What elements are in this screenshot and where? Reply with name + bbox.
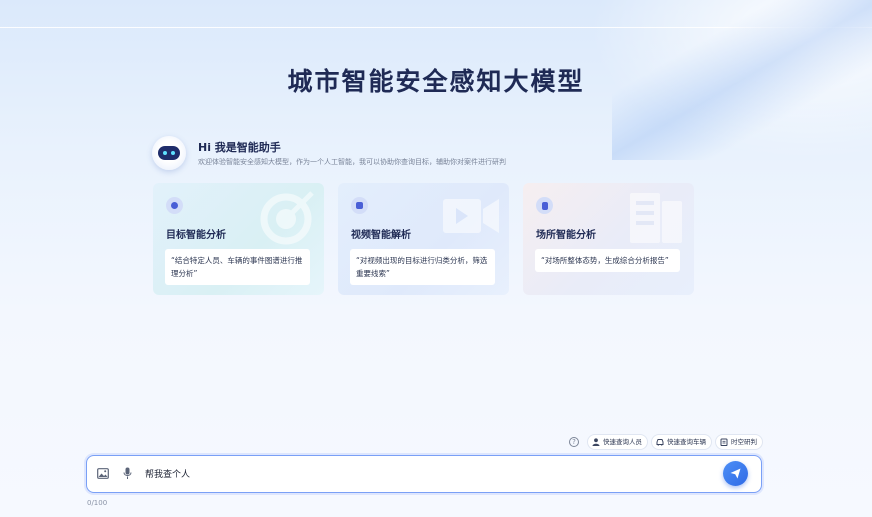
card-video-analysis[interactable]: 视频智能解析 “对视频出现的目标进行归类分析，筛选重要线索”: [338, 183, 509, 295]
microphone-icon[interactable]: [123, 467, 132, 480]
quick-query-person-button[interactable]: 快速查询人员: [587, 434, 648, 450]
quick-query-vehicle-button[interactable]: 快速查询车辆: [651, 434, 712, 450]
assistant-greeting: Hi 我是智能助手: [198, 141, 281, 154]
chat-input-box[interactable]: 帮我查个人: [86, 455, 762, 493]
person-icon: [592, 438, 600, 446]
car-icon: [656, 439, 664, 446]
target-decor-icon: [260, 191, 314, 245]
card-title: 视频智能解析: [351, 230, 411, 241]
robot-avatar-icon: [152, 136, 186, 170]
card-target-analysis[interactable]: 目标智能分析 “结合特定人员、车辆的事件图谱进行推理分析”: [153, 183, 324, 295]
assistant-description: 欢迎体验智能安全感知大模型，作为一个人工智能，我可以协助你查询目标，辅助你对案件…: [198, 158, 506, 166]
video-icon: [351, 197, 368, 214]
building-icon: [536, 197, 553, 214]
card-prompt[interactable]: “对场所整体态势，生成综合分析报告”: [535, 249, 680, 272]
card-title: 场所智能分析: [536, 230, 596, 241]
chip-label: 快速查询车辆: [667, 438, 706, 446]
card-prompt[interactable]: “对视频出现的目标进行归类分析，筛选重要线索”: [350, 249, 495, 285]
help-icon[interactable]: ?: [569, 437, 579, 447]
video-decor-icon: [443, 199, 499, 233]
top-divider: [0, 27, 872, 28]
chip-label: 快速查询人员: [603, 438, 642, 446]
card-title: 目标智能分析: [166, 230, 226, 241]
page-title: 城市智能安全感知大模型: [287, 67, 585, 96]
card-prompt[interactable]: “结合特定人员、车辆的事件图谱进行推理分析”: [165, 249, 310, 285]
send-icon: [730, 468, 741, 479]
char-counter: 0/100: [87, 499, 108, 507]
clipboard-icon: [720, 438, 728, 446]
card-venue-analysis[interactable]: 场所智能分析 “对场所整体态势，生成综合分析报告”: [523, 183, 694, 295]
chat-input-text[interactable]: 帮我查个人: [145, 467, 190, 480]
image-upload-icon[interactable]: [97, 468, 109, 479]
chip-label: 时空研判: [731, 438, 757, 446]
spatiotemporal-analysis-button[interactable]: 时空研判: [715, 434, 763, 450]
target-icon: [166, 197, 183, 214]
send-button[interactable]: [723, 461, 748, 486]
building-decor-icon: [630, 193, 682, 243]
